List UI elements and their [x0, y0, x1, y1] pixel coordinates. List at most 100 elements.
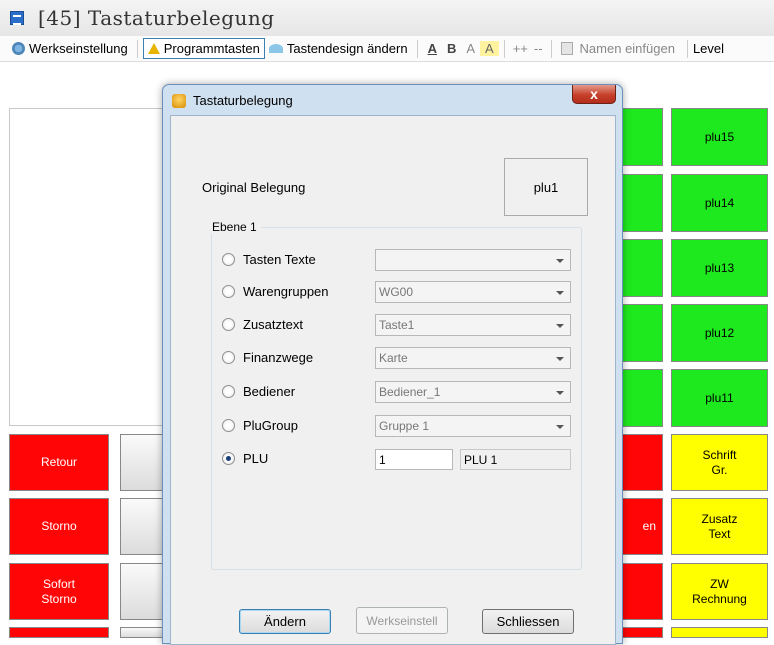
key-storno[interactable]: Storno [9, 498, 109, 555]
radio-label: Tasten Texte [243, 252, 316, 267]
toolbar: Werkseinstellung Programmtasten Tastende… [0, 36, 774, 62]
design-icon [269, 44, 283, 53]
werkseinstellung-button[interactable]: Werkseinstellung [8, 39, 132, 58]
radio-label: Warengruppen [243, 284, 329, 299]
radio-icon [222, 253, 235, 266]
aendern-button[interactable]: Ändern [239, 609, 331, 634]
toolbar-divider [551, 40, 552, 58]
dialog-body: Original Belegung plu1 Ebene 1 Tasten Te… [170, 115, 616, 645]
level-list[interactable] [9, 108, 167, 426]
radio-icon [222, 419, 235, 432]
key-label: Zusatz [701, 512, 737, 527]
chevron-down-icon [556, 357, 564, 361]
finanzwege-select[interactable]: Karte [375, 347, 571, 369]
aendern-label: Ändern [264, 614, 306, 629]
key-plu12[interactable]: plu12 [671, 304, 768, 362]
radio-bediener[interactable]: Bediener [222, 384, 295, 399]
namen-einfuegen-button[interactable]: Namen einfügen [557, 39, 682, 58]
select-value: Gruppe 1 [379, 419, 429, 433]
chevron-down-icon [556, 291, 564, 295]
toolbar-divider [137, 40, 138, 58]
radio-icon [222, 351, 235, 364]
dialog-app-icon [172, 94, 186, 108]
radio-icon [222, 285, 235, 298]
radio-icon [222, 385, 235, 398]
key-label: Storno [41, 519, 76, 534]
radio-label: Bediener [243, 384, 295, 399]
key-schrift-gr[interactable]: Schrift Gr. [671, 434, 768, 491]
key-plu11[interactable]: plu11 [671, 369, 768, 427]
toolbar-divider [417, 40, 418, 58]
font-normal-button[interactable]: A [461, 41, 480, 56]
key-label: Text [708, 527, 730, 542]
key-button-hidden[interactable] [9, 627, 109, 638]
original-belegung-label: Original Belegung [202, 180, 305, 195]
key-label: Schrift [702, 448, 736, 463]
schliessen-button[interactable]: Schliessen [482, 609, 574, 634]
key-zw-rechnung[interactable]: ZW Rechnung [671, 563, 768, 620]
ebene-title: Ebene 1 [208, 220, 261, 234]
toolbar-divider [687, 40, 688, 58]
programmtasten-label: Programmtasten [164, 41, 260, 56]
radio-warengruppen[interactable]: Warengruppen [222, 284, 329, 299]
select-value: WG00 [379, 285, 413, 299]
key-label: Rechnung [692, 592, 747, 607]
key-label: plu14 [705, 196, 734, 211]
werkseinstellung-label: Werkseinstellung [29, 41, 128, 56]
plu-number-input[interactable]: 1 [375, 449, 453, 470]
key-label: Storno [41, 592, 76, 607]
size-decrease-button[interactable]: -- [531, 41, 546, 56]
zusatztext-select[interactable]: Taste1 [375, 314, 571, 336]
toolbar-divider [504, 40, 505, 58]
key-zusatz-text[interactable]: Zusatz Text [671, 498, 768, 555]
plu-number-value: 1 [379, 453, 386, 467]
dialog-title: Tastaturbelegung [193, 93, 293, 108]
original-value-text: plu1 [534, 180, 559, 195]
select-value: Karte [379, 351, 408, 365]
radio-icon [222, 318, 235, 331]
radio-label: Zusatztext [243, 317, 303, 332]
chevron-down-icon [556, 259, 564, 263]
tasten-texte-select[interactable] [375, 249, 571, 271]
font-underline-button[interactable]: A [423, 41, 442, 56]
original-belegung-value: plu1 [504, 158, 588, 216]
programmtasten-button[interactable]: Programmtasten [143, 38, 265, 59]
radio-tasten-texte[interactable]: Tasten Texte [222, 252, 316, 267]
key-plu15[interactable]: plu15 [671, 108, 768, 166]
select-value: Bediener_1 [379, 385, 440, 399]
bediener-select[interactable]: Bediener_1 [375, 381, 571, 403]
plu-name-value: PLU 1 [464, 453, 497, 467]
key-label: plu12 [705, 326, 734, 341]
level-label[interactable]: Level [693, 41, 724, 56]
select-value: Taste1 [379, 318, 414, 332]
radio-label: Finanzwege [243, 350, 313, 365]
close-icon: x [590, 86, 598, 102]
chevron-down-icon [556, 391, 564, 395]
window-titlebar: [45] Tastaturbelegung [0, 0, 774, 36]
key-retour[interactable]: Retour [9, 434, 109, 491]
close-button[interactable]: x [572, 85, 616, 104]
warning-icon [148, 43, 160, 54]
size-increase-button[interactable]: ++ [510, 41, 531, 56]
key-label: Sofort [43, 577, 75, 592]
radio-zusatztext[interactable]: Zusatztext [222, 317, 303, 332]
werkseinstell-button[interactable]: Werkseinstell [356, 607, 448, 634]
warengruppen-select[interactable]: WG00 [375, 281, 571, 303]
key-plu13[interactable]: plu13 [671, 239, 768, 297]
key-label: ZW [710, 577, 729, 592]
insert-icon [561, 42, 573, 55]
chevron-down-icon [556, 425, 564, 429]
plugroup-select[interactable]: Gruppe 1 [375, 415, 571, 437]
radio-plu[interactable]: PLU [222, 451, 268, 466]
radio-plugroup[interactable]: PluGroup [222, 418, 298, 433]
font-highlight-button[interactable]: A [480, 41, 499, 56]
plu-name-field: PLU 1 [460, 449, 571, 470]
window-title: [45] Tastaturbelegung [38, 6, 275, 30]
font-bold-button[interactable]: B [442, 41, 461, 56]
tastendesign-label: Tastendesign ändern [287, 41, 408, 56]
key-plu14[interactable]: plu14 [671, 174, 768, 232]
tastendesign-button[interactable]: Tastendesign ändern [265, 39, 412, 58]
radio-finanzwege[interactable]: Finanzwege [222, 350, 313, 365]
key-button-hidden[interactable] [671, 627, 768, 638]
key-sofort-storno[interactable]: Sofort Storno [9, 563, 109, 620]
